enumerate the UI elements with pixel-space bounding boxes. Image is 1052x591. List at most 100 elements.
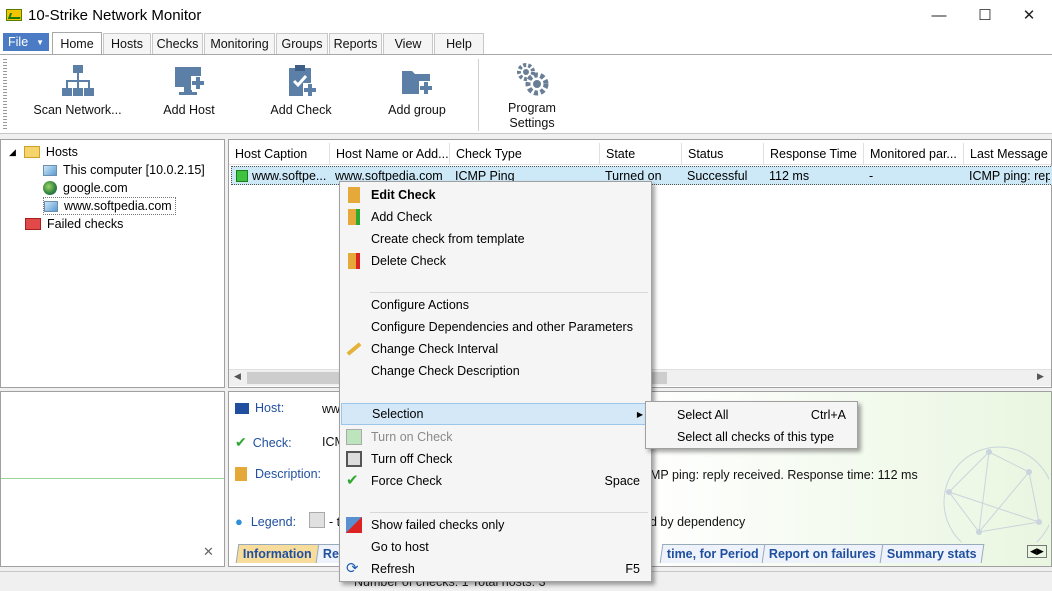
menu-item-select-all-of-type[interactable]: Select all checks of this type bbox=[647, 426, 856, 448]
menu-item-refresh[interactable]: ⟳ Refresh F5 bbox=[341, 558, 650, 580]
refresh-icon: ⟳ bbox=[346, 560, 359, 577]
menu-item-select-all[interactable]: Select All Ctrl+A bbox=[647, 404, 856, 426]
menu-item-change-interval[interactable]: Change Check Interval bbox=[341, 338, 650, 360]
tab-report-on-failures[interactable]: Report on failures bbox=[762, 544, 884, 563]
ribbon-separator bbox=[478, 59, 479, 131]
expand-icon[interactable]: ◢ bbox=[9, 147, 16, 158]
host-tree[interactable]: ◢ Hosts This computer [10.0.2.15] google… bbox=[0, 139, 225, 388]
column-status[interactable]: Status bbox=[682, 143, 764, 165]
title-bar: 10-Strike Network Monitor — ☐ ✕ bbox=[0, 0, 1052, 30]
cell-response-time: 112 ms bbox=[769, 168, 810, 183]
menu-bar: File ▼ Home Hosts Checks Monitoring Group… bbox=[0, 30, 1052, 54]
menu-item-edit-check[interactable]: Edit Check bbox=[341, 184, 650, 206]
file-menu-button[interactable]: File ▼ bbox=[3, 33, 49, 51]
submenu-arrow-icon: ▶ bbox=[636, 409, 643, 419]
column-host-caption[interactable]: Host Caption bbox=[229, 143, 330, 165]
tab-checks[interactable]: Checks bbox=[152, 33, 203, 54]
app-icon bbox=[6, 9, 22, 21]
chevron-down-icon: ▼ bbox=[36, 37, 45, 47]
description-label: Description: bbox=[235, 467, 321, 481]
ruler-icon bbox=[346, 342, 362, 356]
menu-item-turn-on-check[interactable]: Turn on Check bbox=[341, 426, 650, 448]
add-group-button[interactable]: Add group bbox=[378, 63, 456, 117]
host-label: Host: bbox=[235, 401, 284, 415]
edit-check-icon bbox=[348, 187, 360, 203]
menu-item-configure-actions[interactable]: Configure Actions bbox=[341, 294, 650, 316]
turn-off-icon bbox=[346, 451, 362, 467]
menu-item-turn-off-check[interactable]: Turn off Check bbox=[341, 448, 650, 470]
menu-item-go-to-host[interactable]: Go to host bbox=[341, 536, 650, 558]
tree-item-hosts[interactable]: ◢ Hosts bbox=[9, 143, 78, 161]
close-button[interactable]: ✕ bbox=[1006, 0, 1052, 30]
menu-item-selection[interactable]: Selection ▶ bbox=[341, 403, 650, 425]
column-host-name[interactable]: Host Name or Add... bbox=[330, 143, 450, 165]
menu-separator bbox=[370, 292, 648, 293]
folder-icon bbox=[23, 146, 40, 158]
tab-scroll-icon[interactable]: ◀▶ bbox=[1027, 545, 1047, 558]
column-monitored-parameter[interactable]: Monitored par... bbox=[864, 143, 964, 165]
ribbon: Scan Network... Add Host Add Check Add g… bbox=[0, 54, 1052, 134]
legend-tail: d by dependency bbox=[650, 515, 746, 529]
menu-item-show-failed[interactable]: Show failed checks only bbox=[341, 514, 650, 536]
ribbon-grip bbox=[3, 59, 7, 129]
maximize-button[interactable]: ☐ bbox=[962, 0, 1008, 30]
menu-item-delete-check[interactable]: Delete Check bbox=[341, 250, 650, 272]
legend-label: ● Legend: bbox=[235, 514, 297, 529]
window-title: 10-Strike Network Monitor bbox=[28, 6, 202, 24]
check-icon: ✔ bbox=[346, 472, 359, 489]
chart-line bbox=[1, 478, 224, 479]
turn-on-icon bbox=[346, 429, 362, 445]
menu-item-add-check[interactable]: Add Check bbox=[341, 206, 650, 228]
add-check-icon bbox=[348, 209, 360, 225]
legend-swatch bbox=[309, 512, 325, 528]
delete-check-icon bbox=[348, 253, 360, 269]
check-icon: ✔ bbox=[235, 434, 247, 450]
selection-submenu: Select All Ctrl+A Select all checks of th… bbox=[645, 401, 858, 449]
context-menu: Edit Check Add Check Create check from t… bbox=[339, 181, 652, 582]
tab-information[interactable]: Information bbox=[235, 544, 320, 563]
cell-monitored-parameter: - bbox=[869, 168, 874, 183]
tab-view[interactable]: View bbox=[383, 33, 433, 54]
tab-summary-stats[interactable]: Summary stats bbox=[880, 544, 985, 563]
folder-add-icon bbox=[400, 63, 434, 99]
filter-failed-icon bbox=[346, 517, 362, 533]
clipboard-icon bbox=[235, 467, 247, 481]
menu-item-create-from-template[interactable]: Create check from template bbox=[341, 228, 650, 250]
column-last-message[interactable]: Last Message bbox=[964, 143, 1051, 165]
column-check-type[interactable]: Check Type bbox=[450, 143, 600, 165]
menu-item-configure-dependencies[interactable]: Configure Dependencies and other Paramet… bbox=[341, 316, 650, 338]
tab-time-for-period[interactable]: time, for Period bbox=[659, 544, 766, 563]
column-state[interactable]: State bbox=[600, 143, 682, 165]
add-host-button[interactable]: Add Host bbox=[150, 63, 228, 117]
tab-groups[interactable]: Groups bbox=[276, 33, 328, 54]
tree-item-this-computer[interactable]: This computer [10.0.2.15] bbox=[43, 161, 205, 179]
add-check-button[interactable]: Add Check bbox=[262, 63, 340, 117]
close-icon[interactable]: ✕ bbox=[203, 544, 214, 560]
minimize-button[interactable]: — bbox=[916, 0, 962, 30]
tab-help[interactable]: Help bbox=[434, 33, 484, 54]
tab-monitoring[interactable]: Monitoring bbox=[204, 33, 275, 54]
globe-icon bbox=[43, 181, 57, 195]
gear-icon bbox=[515, 61, 549, 97]
tab-hosts[interactable]: Hosts bbox=[103, 33, 151, 54]
program-settings-button[interactable]: Program Settings bbox=[492, 61, 572, 131]
tab-home[interactable]: Home bbox=[52, 32, 102, 54]
tree-item-google[interactable]: google.com bbox=[43, 179, 128, 197]
menu-item-force-check[interactable]: ✔ Force Check Space bbox=[341, 470, 650, 492]
scroll-right-icon[interactable]: ▶ bbox=[1037, 371, 1044, 382]
computer-icon bbox=[43, 164, 57, 176]
scroll-left-icon[interactable]: ◀ bbox=[234, 371, 241, 382]
computer-icon bbox=[44, 200, 58, 212]
failed-folder-icon bbox=[25, 218, 41, 230]
tab-reports[interactable]: Reports bbox=[329, 33, 382, 54]
column-response-time[interactable]: Response Time bbox=[764, 143, 864, 165]
menu-item-change-description[interactable]: Change Check Description bbox=[341, 360, 650, 382]
tree-item-softpedia[interactable]: www.softpedia.com bbox=[43, 197, 176, 215]
tree-item-failed-checks[interactable]: Failed checks bbox=[25, 215, 123, 233]
clipboard-add-icon bbox=[284, 63, 318, 99]
cell-host-caption: www.softpe... bbox=[232, 167, 331, 184]
computer-icon bbox=[235, 402, 249, 414]
grid-header: Host Caption Host Name or Add... Check T… bbox=[229, 143, 1051, 165]
menu-separator bbox=[370, 512, 648, 513]
scan-network-button[interactable]: Scan Network... bbox=[30, 63, 125, 117]
